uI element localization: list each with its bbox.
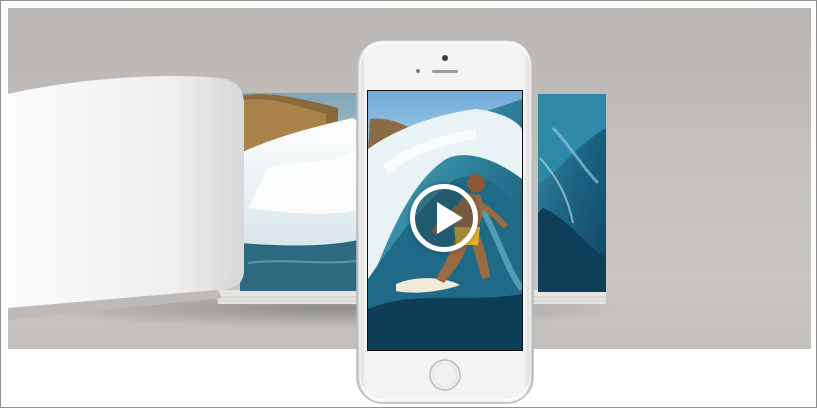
video-play-button[interactable] — [410, 184, 478, 252]
page-frame: paused — [0, 0, 817, 408]
play-icon — [437, 202, 463, 234]
